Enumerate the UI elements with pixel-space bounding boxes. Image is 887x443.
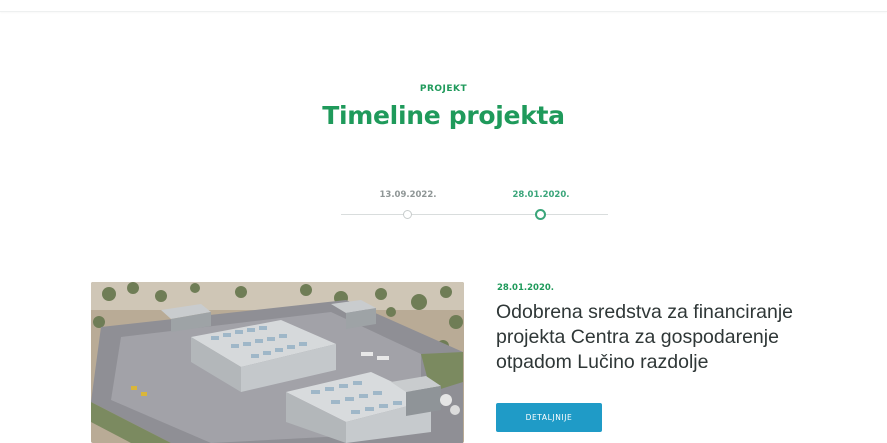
timeline-date-2-active[interactable]: 28.01.2020. bbox=[496, 190, 586, 200]
timeline-date-1[interactable]: 13.09.2022. bbox=[363, 190, 453, 200]
timeline-track bbox=[341, 214, 608, 215]
details-button[interactable]: DETALJNIJE bbox=[496, 403, 602, 432]
section-eyebrow: PROJEKT bbox=[419, 84, 468, 94]
aerial-rendering bbox=[91, 282, 464, 443]
page-title: Timeline projekta bbox=[322, 101, 565, 130]
entry-title[interactable]: Odobrena sredstva za financiranje projek… bbox=[496, 300, 856, 375]
entry-date: 28.01.2020. bbox=[497, 283, 555, 293]
top-navigation-bar bbox=[0, 0, 887, 12]
timeline: 13.09.2022. 28.01.2020. bbox=[341, 190, 608, 230]
timeline-point-1[interactable] bbox=[403, 210, 412, 219]
timeline-point-2-active[interactable] bbox=[535, 209, 546, 220]
project-image bbox=[91, 282, 464, 443]
